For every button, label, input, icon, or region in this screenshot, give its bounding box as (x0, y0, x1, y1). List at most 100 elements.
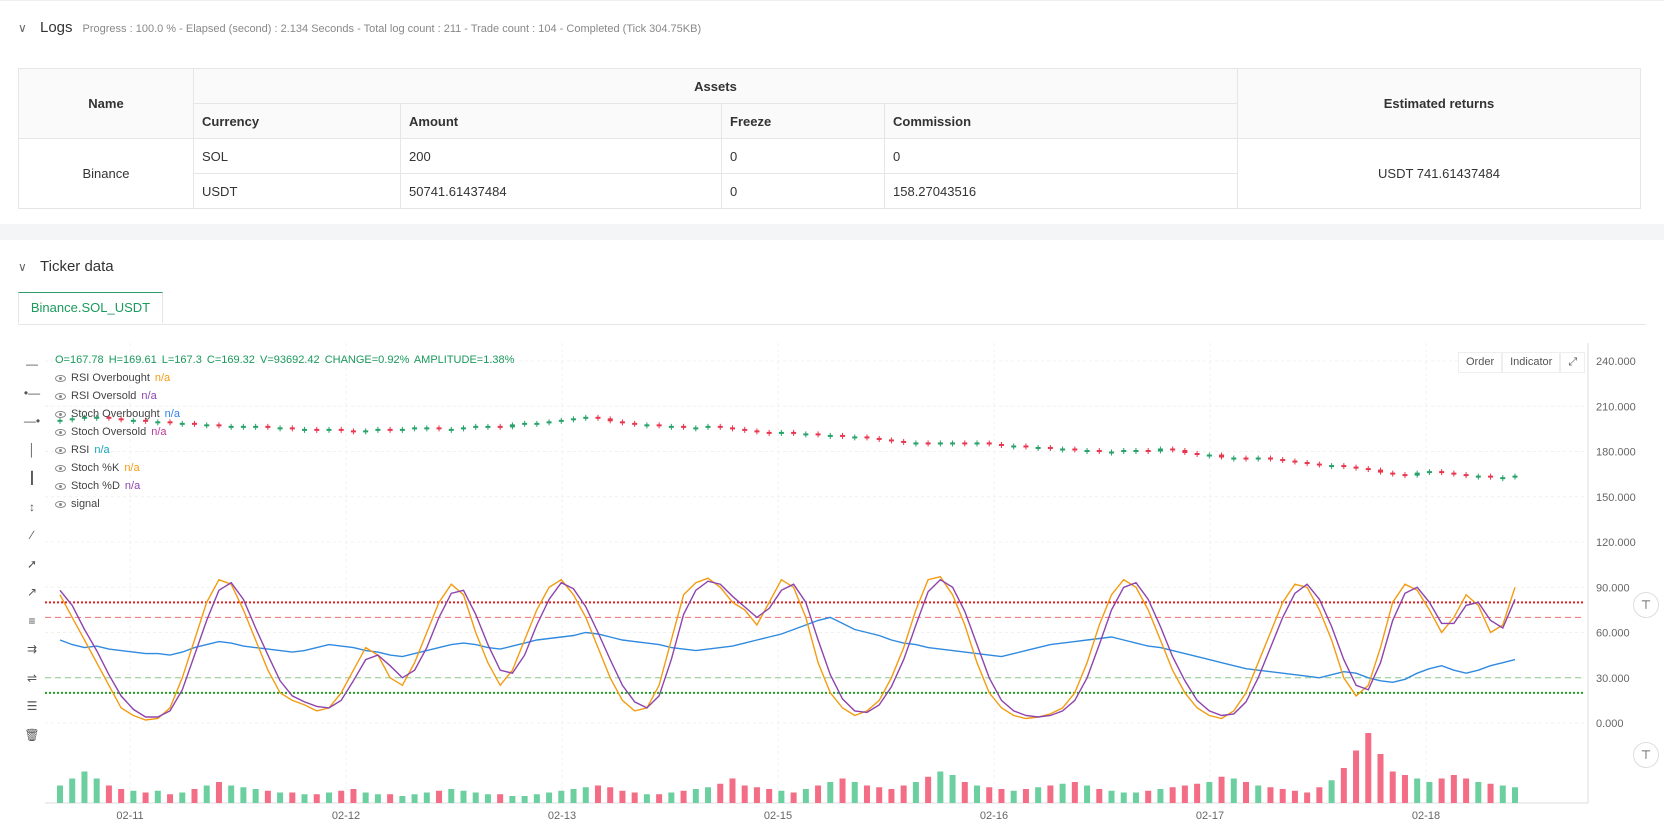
logs-header[interactable]: ∨ Logs Progress : 100.0 % - Elapsed (sec… (18, 19, 701, 36)
freeze-cell: 0 (721, 138, 885, 174)
horizontal-segment-icon[interactable]: —• (20, 407, 44, 436)
volume-bar (215, 782, 222, 803)
tab-binance-sol-usdt[interactable]: Binance.SOL_USDT (18, 292, 163, 324)
horizontal-ray-icon[interactable]: •— (20, 379, 44, 408)
chevron-down-icon[interactable]: ∨ (18, 21, 32, 35)
fullscreen-icon[interactable]: ⤢ (1560, 352, 1586, 373)
vertical-ray-icon[interactable]: ┃ (20, 464, 44, 493)
candle (1488, 475, 1494, 478)
volume-bar (240, 787, 247, 803)
volume-bar (1463, 778, 1470, 803)
eye-icon[interactable] (55, 500, 66, 508)
legend-item[interactable]: Stoch Overbought n/a (55, 405, 516, 423)
candle (815, 433, 821, 436)
volume-bar (1353, 750, 1360, 803)
y-tick-label: 210.000 (1596, 401, 1636, 413)
returns-cell: USDT 741.61437484 (1237, 138, 1641, 209)
legend-label: RSI Oversold (71, 390, 137, 402)
volume-bar (582, 787, 589, 803)
volume-bar (1279, 789, 1286, 803)
parallel-channel-icon[interactable]: ⇉ (20, 635, 44, 664)
scroll-top-icon[interactable]: ⊤ (1633, 592, 1659, 618)
candle (742, 428, 748, 431)
fib-levels-icon[interactable]: ☰ (20, 692, 44, 721)
ticker-header[interactable]: ∨ Ticker data (18, 258, 114, 275)
legend-item[interactable]: Stoch %K n/a (55, 459, 516, 477)
legend-item[interactable]: signal (55, 495, 516, 513)
candle (656, 424, 662, 427)
vertical-segment-icon[interactable]: ↕ (20, 493, 44, 522)
legend-label: Stoch Oversold (71, 426, 147, 438)
volume-bar (105, 785, 112, 803)
volume-bar (399, 796, 406, 803)
x-tick-label: 02-18 (1412, 810, 1440, 822)
eye-icon[interactable] (55, 482, 66, 490)
volume-bar (1059, 783, 1066, 803)
y-tick-label: 0.000 (1596, 718, 1624, 730)
x-tick-label: 02-16 (980, 810, 1008, 822)
volume-bar (1132, 792, 1139, 803)
vertical-line-icon[interactable]: │ (20, 436, 44, 465)
candle (1072, 448, 1078, 451)
volume-bar (753, 787, 760, 803)
candle (1011, 445, 1017, 448)
volume-bar (1414, 778, 1421, 803)
candle (962, 442, 968, 445)
candle (571, 418, 577, 421)
candle (1341, 465, 1347, 468)
volume-bar (1047, 785, 1054, 803)
candle (1047, 446, 1053, 449)
volume-bar (472, 792, 479, 803)
volume-bar (1022, 789, 1029, 803)
fibonacci-icon[interactable]: ⇌ (20, 664, 44, 693)
candle (1414, 472, 1420, 476)
legend-item[interactable]: RSI Overbought n/a (55, 369, 516, 387)
volume-bar (656, 794, 663, 803)
candle (974, 442, 980, 445)
commission-cell: 0 (884, 138, 1238, 174)
volume-bar (729, 778, 736, 803)
candle (534, 422, 540, 425)
volume-bar (1145, 790, 1152, 803)
legend-item[interactable]: Stoch Oversold n/a (55, 423, 516, 441)
chevron-down-icon[interactable]: ∨ (18, 260, 32, 274)
volume-bar (374, 794, 381, 803)
volume-bar (876, 787, 883, 803)
trend-line-icon[interactable]: ∕ (20, 521, 44, 550)
legend-item[interactable]: Stoch %D n/a (55, 477, 516, 495)
eye-icon[interactable] (55, 410, 66, 418)
legend-item[interactable]: RSI Oversold n/a (55, 387, 516, 405)
indicator-button[interactable]: Indicator (1502, 352, 1561, 373)
segment-line-icon[interactable]: ↗ (20, 578, 44, 607)
col-assets: Assets (193, 68, 1238, 104)
volume-bar (1120, 792, 1127, 803)
eye-icon[interactable] (55, 428, 66, 436)
x-tick-label: 02-12 (332, 810, 360, 822)
volume-bar (1096, 789, 1103, 803)
candle (950, 442, 956, 445)
scroll-to-latest-icon[interactable]: ⊤ (1633, 742, 1659, 768)
eye-icon[interactable] (55, 446, 66, 454)
candle (1121, 449, 1127, 452)
volume-bar (1450, 775, 1457, 803)
high-value: H=169.61 (108, 354, 157, 366)
eye-icon[interactable] (55, 464, 66, 472)
eye-icon[interactable] (55, 392, 66, 400)
volume-bar (69, 778, 76, 803)
legend-label: Stoch %D (71, 480, 120, 492)
volume-bar (668, 792, 675, 803)
volume-bar (937, 771, 944, 803)
candle (998, 443, 1004, 446)
ray-line-icon[interactable]: ➚ (20, 550, 44, 579)
trash-icon[interactable]: 🗑 (20, 721, 44, 750)
volume-bar (900, 785, 907, 803)
candle (803, 433, 809, 436)
eye-icon[interactable] (55, 374, 66, 382)
ohlc-readout: O=167.78 H=169.61 L=167.3 C=169.32 V=936… (55, 351, 516, 369)
price-label-icon[interactable]: ≡ (20, 607, 44, 636)
candle (1280, 459, 1286, 462)
legend-item[interactable]: RSI n/a (55, 441, 516, 459)
candle (840, 434, 846, 437)
order-button[interactable]: Order (1458, 352, 1503, 373)
horizontal-line-icon[interactable]: — (20, 350, 44, 379)
